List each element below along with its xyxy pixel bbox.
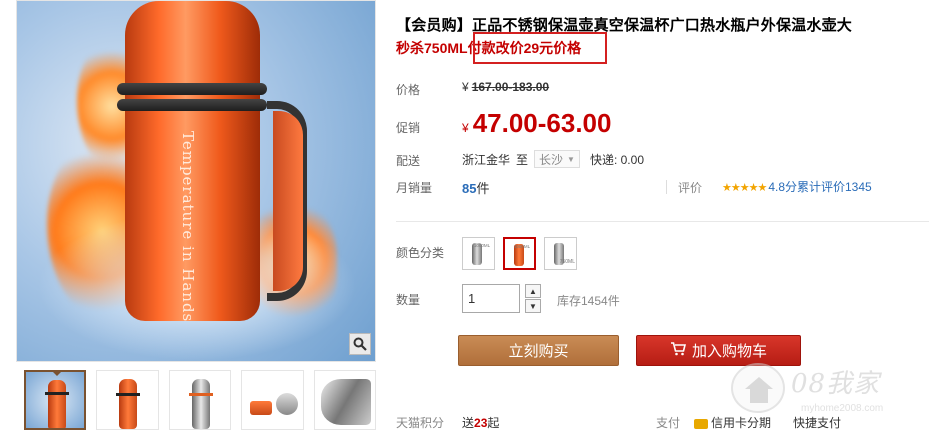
points-prefix: 送 [462, 416, 475, 430]
watermark-url: myhome2008.com [801, 403, 884, 414]
thumbnail-strip [16, 362, 376, 430]
watermark-text: 08我家 [791, 369, 881, 399]
destination-value: 长沙 [539, 152, 564, 167]
shipping-fee: 快递: 0.00 [589, 152, 644, 167]
original-price-value: 167.00-183.00 [471, 80, 550, 94]
site-watermark: 08我家 myhome2008.com [731, 355, 921, 425]
tmall-points-label: 天猫积分 [396, 416, 445, 430]
highlight-annotation-box [473, 32, 607, 64]
monthly-sales-count: 85 [462, 181, 477, 196]
tmall-points-value: 送23起 [462, 414, 499, 430]
thumbnail-4[interactable] [241, 370, 304, 430]
chevron-down-icon: ▼ [567, 154, 575, 164]
rating-score: 4.8分 [768, 180, 797, 194]
rating-summary[interactable]: ★★★★★ 4.8分累计评价1345 [722, 178, 872, 195]
color-swatch-2[interactable]: 1000ML [503, 237, 536, 270]
credit-card-icon [694, 418, 708, 429]
quantity-increase-button[interactable]: ▲ [525, 284, 541, 298]
monthly-sales-label: 月销量 [396, 181, 433, 195]
product-title: 【会员购】正品不锈钢保温壶真空保温杯广口热水瓶户外保温水壶大 [396, 17, 853, 34]
thumb-cup [250, 401, 273, 415]
payment-label: 支付 [656, 416, 681, 430]
star-rating-icon: ★★★★★ [722, 182, 767, 194]
vertical-divider [666, 180, 667, 194]
house-logo-icon [731, 363, 785, 413]
thumb-steel-closeup [320, 379, 371, 425]
bottle-print-text: Temperature in Hands [179, 131, 197, 323]
shipping-label: 配送 [396, 154, 421, 168]
monthly-sales: 85件 [462, 178, 489, 197]
currency-symbol: ¥ [462, 80, 469, 94]
product-gallery: Temperature in Hands [16, 0, 376, 430]
buy-now-label: 立刻购买 [508, 343, 569, 360]
zoom-icon[interactable] [349, 333, 371, 355]
thumb-bottle [191, 379, 210, 429]
rating-label: 评价 [678, 181, 703, 195]
color-category-label: 颜色分类 [396, 246, 445, 260]
thumb-band [116, 393, 141, 396]
main-product-image[interactable]: Temperature in Hands [16, 0, 376, 362]
quantity-label: 数量 [396, 293, 421, 307]
points-suffix: 起 [487, 416, 500, 430]
review-count-link[interactable]: 累计评价1345 [797, 180, 872, 194]
price-label: 价格 [396, 83, 421, 97]
thumb-band [45, 392, 69, 395]
thumb-bottle [119, 379, 138, 429]
swatch-caption: 1000ML [473, 243, 491, 249]
monthly-sales-unit: 件 [476, 181, 490, 196]
thumb-lid [276, 393, 299, 415]
color-swatch-1[interactable]: 1000ML [462, 237, 495, 270]
quantity-decrease-button[interactable]: ▼ [525, 299, 541, 313]
swatch-caption: 1000ML [513, 244, 531, 250]
quantity-input[interactable] [462, 284, 520, 313]
ship-to-word: 至 [516, 152, 529, 167]
ship-from: 浙江金华 [462, 152, 511, 167]
thumbnail-5[interactable] [313, 370, 376, 430]
color-swatch-group: 1000ML 1000ML 750ML [462, 237, 577, 270]
buy-now-button[interactable]: 立刻购买 [458, 335, 619, 366]
bottle-handle-grip [273, 111, 303, 291]
destination-select[interactable]: 长沙 ▼ [534, 150, 580, 168]
stock-count: 库存1454件 [557, 294, 620, 308]
thumbnail-1[interactable] [24, 370, 87, 430]
bottle-band [117, 83, 267, 95]
points-number: 23 [474, 416, 488, 430]
promo-price: ¥47.00-63.00 [462, 108, 611, 139]
color-swatch-3[interactable]: 750ML [544, 237, 577, 270]
section-divider [396, 221, 929, 222]
bottle-band [117, 99, 267, 111]
swatch-caption: 750ML [559, 259, 575, 265]
thumb-band [188, 393, 213, 396]
thumbnail-2[interactable] [96, 370, 159, 430]
promo-label: 促销 [396, 121, 421, 135]
cart-icon [670, 342, 687, 359]
original-price: ¥167.00-183.00 [462, 80, 549, 94]
shipping-info: 浙江金华 至 长沙 ▼ 快递: 0.00 [462, 150, 644, 168]
promo-price-value: 47.00-63.00 [472, 108, 612, 138]
thumb-bottle [48, 380, 66, 428]
currency-symbol: ¥ [462, 121, 469, 135]
thumbnail-3[interactable] [168, 370, 232, 430]
